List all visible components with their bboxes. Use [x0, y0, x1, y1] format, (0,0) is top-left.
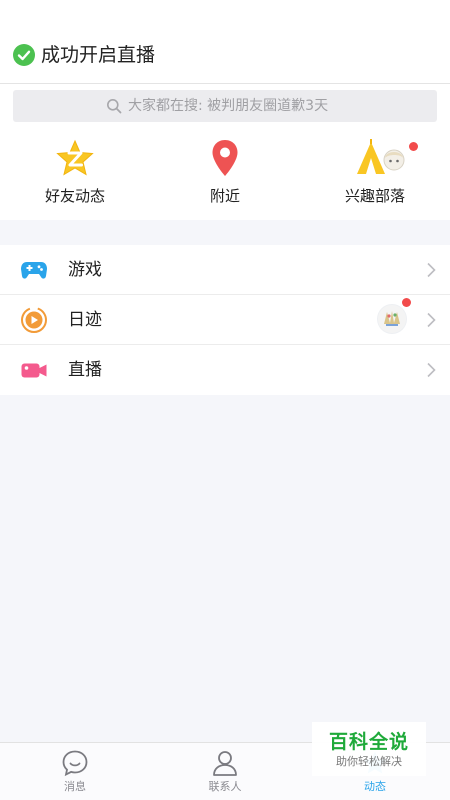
- quick-action-label: 好友动态: [44, 187, 105, 205]
- quick-action-label: 兴趣部落: [344, 187, 405, 205]
- list-item-label: 游戏: [68, 260, 102, 280]
- toast-message: 成功开启直播: [41, 44, 156, 66]
- search-icon: [107, 99, 122, 114]
- tribe-tent-icon: [357, 139, 405, 174]
- chevron-right-icon: [427, 362, 436, 378]
- tab-label: 消息: [64, 780, 86, 793]
- list-item-label: 日迹: [68, 310, 102, 330]
- list-item-label: 直播: [68, 360, 102, 380]
- avatar: [377, 304, 407, 334]
- tab-contacts[interactable]: 联系人: [150, 743, 300, 800]
- search-input[interactable]: 大家都在搜: 被判朋友圈道歉3天: [13, 90, 437, 122]
- list-item-live[interactable]: 直播: [0, 345, 450, 395]
- play-circle-icon: [21, 307, 47, 333]
- quick-action-friend-feed[interactable]: 好友动态: [15, 138, 135, 214]
- quick-action-label: 附近: [209, 187, 240, 205]
- location-pin-icon: [212, 140, 238, 176]
- quick-action-nearby[interactable]: 附近: [165, 138, 285, 214]
- notification-badge: [402, 298, 411, 307]
- video-camera-icon: [21, 363, 47, 378]
- contact-person-icon: [213, 751, 237, 776]
- list-item-games[interactable]: 游戏: [0, 245, 450, 295]
- tab-label: 动态: [364, 780, 386, 793]
- list-item-diary[interactable]: 日迹: [0, 295, 450, 345]
- gamepad-icon: [21, 262, 47, 279]
- feature-list: 游戏 日迹 直播: [0, 245, 450, 395]
- watermark-subtitle: 助你轻松解决: [336, 755, 402, 768]
- tab-messages[interactable]: 消息: [0, 743, 150, 800]
- search-placeholder: 大家都在搜: 被判朋友圈道歉3天: [128, 98, 329, 114]
- watermark-title: 百科全说: [328, 731, 409, 753]
- chevron-right-icon: [427, 262, 436, 278]
- chat-bubble-icon: [62, 750, 88, 777]
- tab-label: 联系人: [208, 780, 242, 793]
- chevron-right-icon: [427, 312, 436, 328]
- watermark-logo: 百科全说 助你轻松解决: [312, 722, 426, 776]
- check-circle-icon: [13, 44, 35, 66]
- qzone-star-icon: [56, 139, 94, 176]
- notification-badge: [409, 142, 418, 151]
- quick-action-interest-tribe[interactable]: 兴趣部落: [315, 138, 435, 214]
- toast-bar: 成功开启直播: [0, 0, 450, 84]
